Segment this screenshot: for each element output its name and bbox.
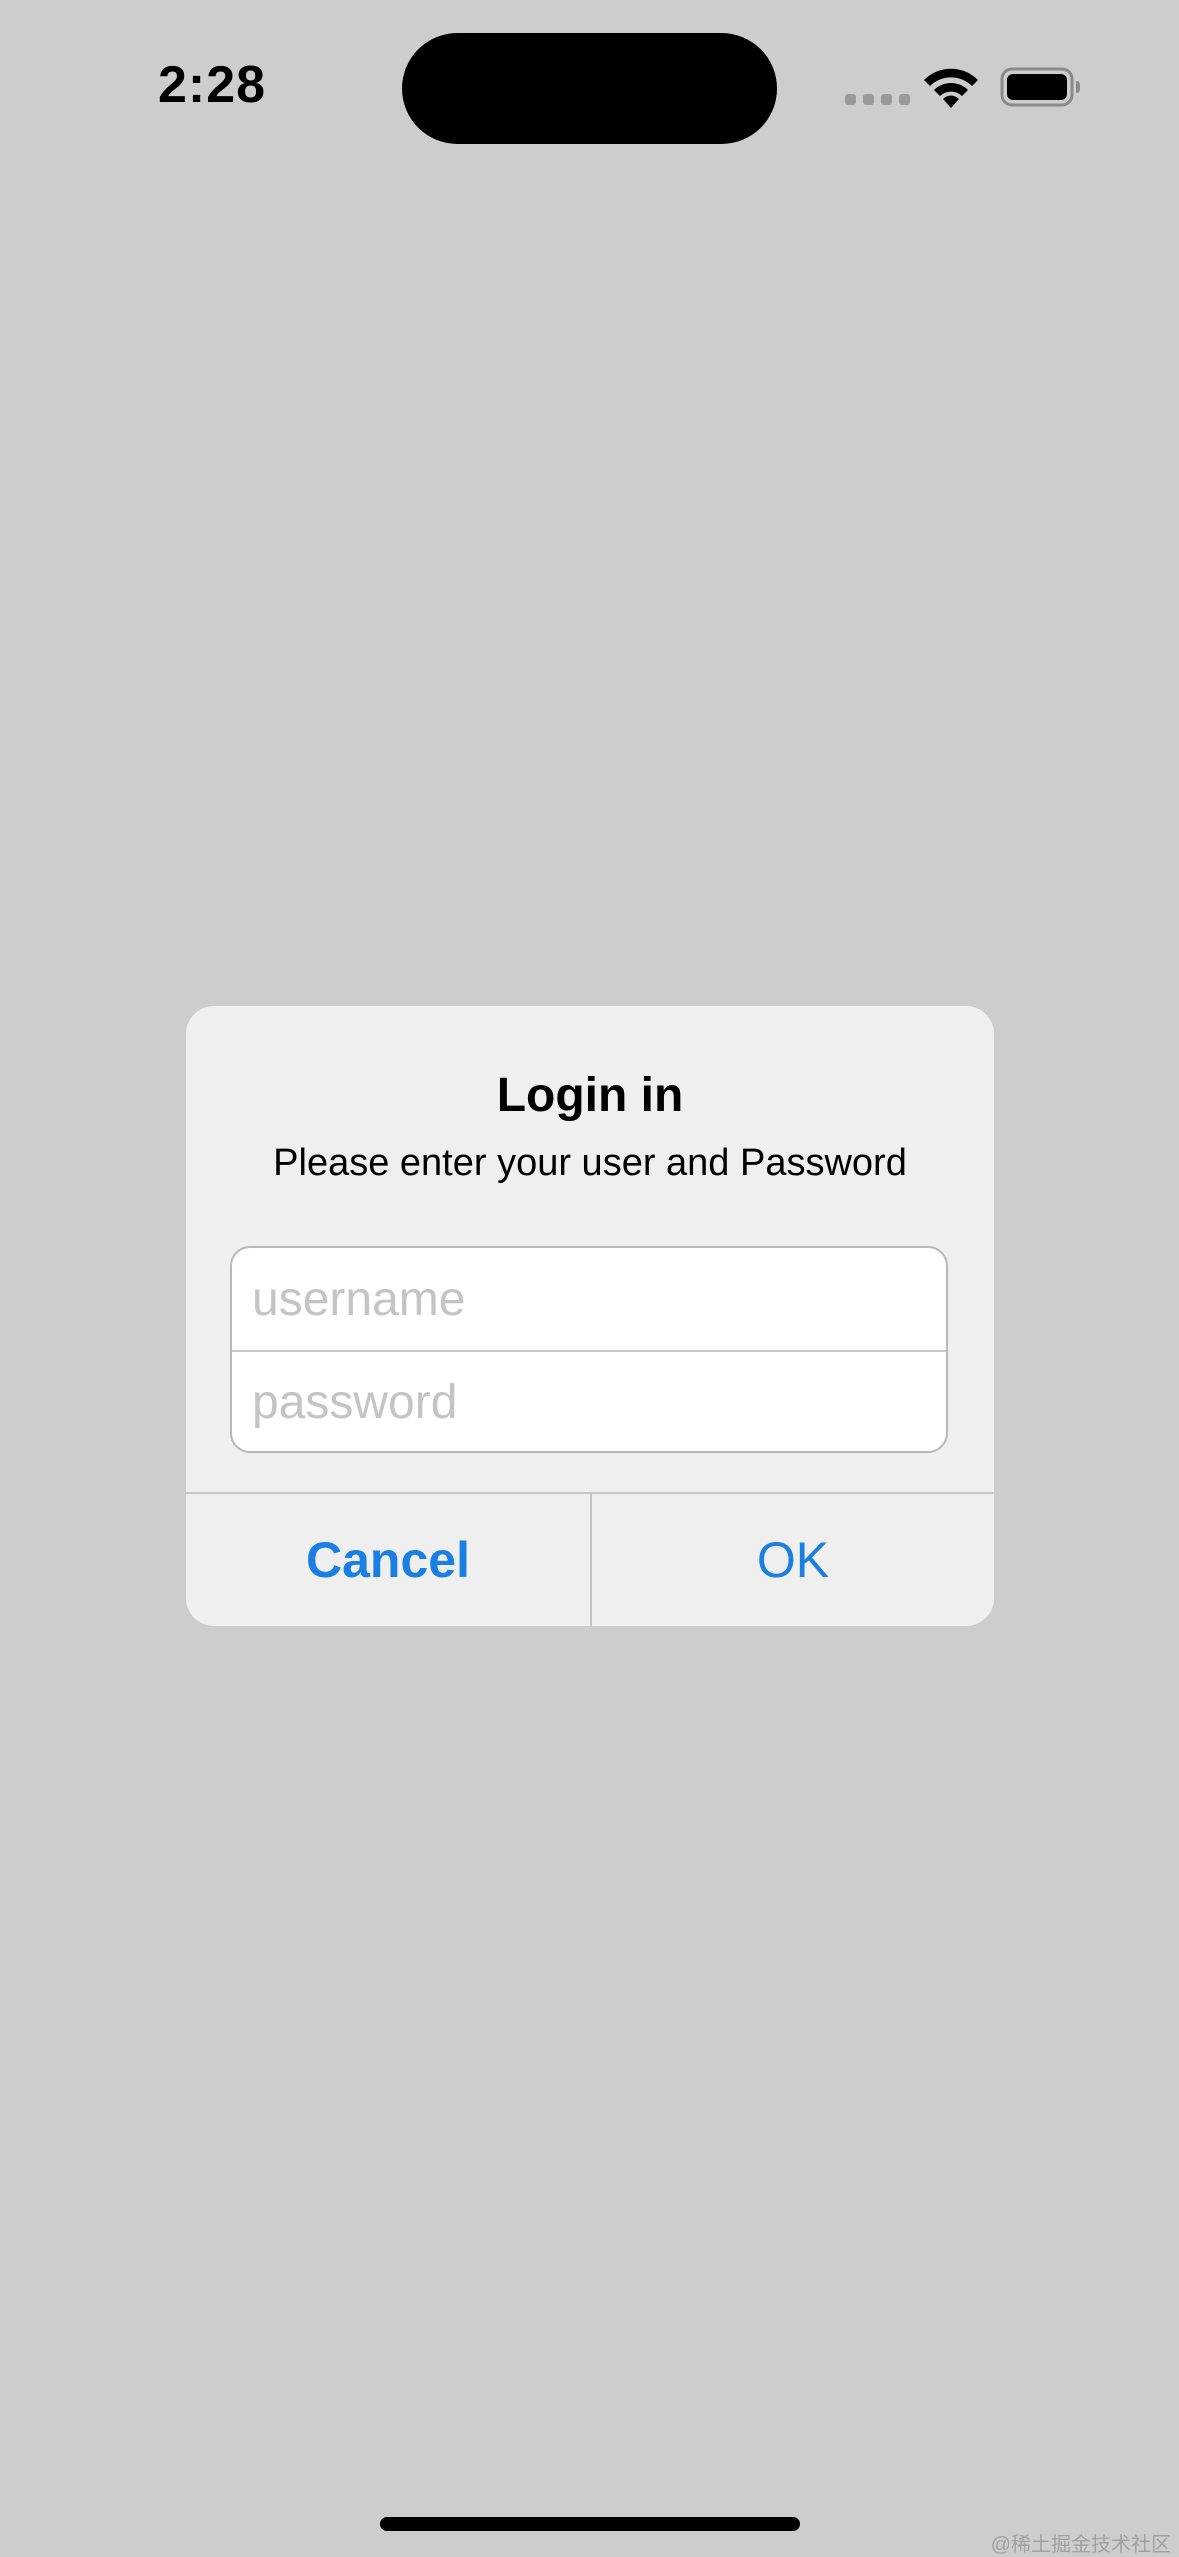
status-time: 2:28 [158, 56, 267, 114]
login-field-group [230, 1246, 948, 1453]
watermark: @稀土掘金技术社区 [990, 2534, 1171, 2556]
password-field[interactable] [232, 1351, 946, 1451]
alert-button-row: Cancel OK [186, 1492, 994, 1626]
alert-message: Please enter your user and Password [273, 1142, 907, 1184]
username-field[interactable] [232, 1248, 946, 1350]
alert-title: Login in [496, 1069, 684, 1122]
cancel-button[interactable]: Cancel [186, 1494, 590, 1626]
dynamic-island [402, 33, 777, 144]
signal-dots-icon [845, 94, 910, 105]
battery-icon [1000, 67, 1080, 107]
login-alert-dialog: Login in Please enter your user and Pass… [186, 1006, 994, 1626]
ok-button[interactable]: OK [591, 1494, 994, 1626]
status-bar: 2:28 [0, 0, 1179, 150]
home-indicator[interactable] [380, 2517, 800, 2531]
wifi-icon [924, 68, 978, 108]
